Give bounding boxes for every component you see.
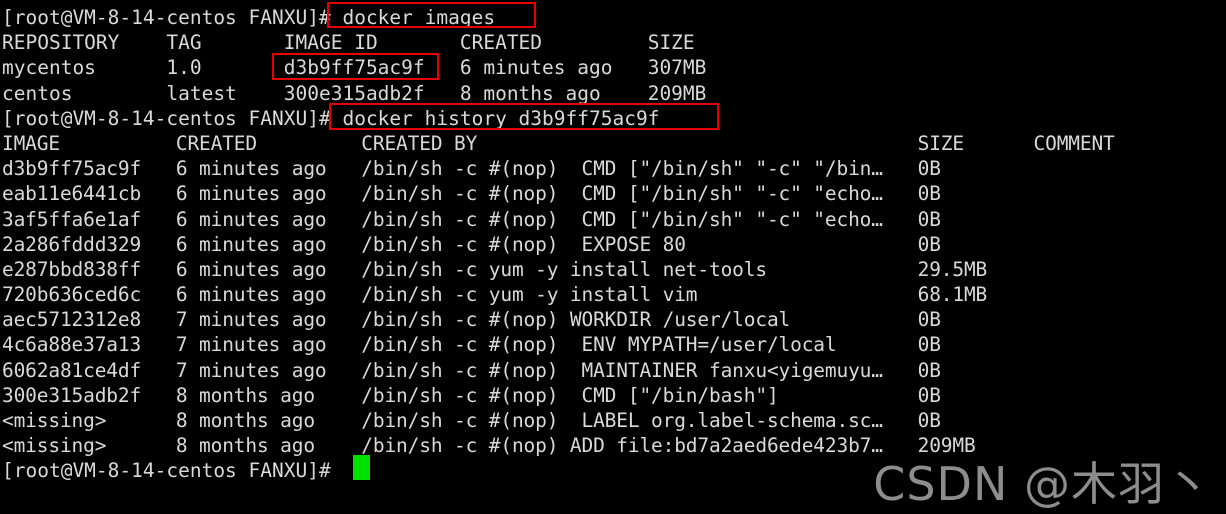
terminal-line-history-row-5: e287bbd838ff 6 minutes ago /bin/sh -c yu…	[2, 257, 988, 281]
terminal-line-history-row-10: 300e315adb2f 8 months ago /bin/sh -c #(n…	[2, 383, 941, 407]
terminal-line-history-header: IMAGE CREATED CREATED BY SIZE COMMENT	[2, 131, 1115, 155]
terminal-line-history-row-4: 2a286fddd329 6 minutes ago /bin/sh -c #(…	[2, 232, 941, 256]
terminal-line-images-row-centos: centos latest 300e315adb2f 8 months ago …	[2, 81, 707, 105]
terminal-line-history-row-8: 4c6a88e37a13 7 minutes ago /bin/sh -c #(…	[2, 333, 941, 357]
terminal-line-history-row-1: d3b9ff75ac9f 6 minutes ago /bin/sh -c #(…	[2, 157, 941, 181]
terminal-window[interactable]: [root@VM-8-14-centos FANXU]# docker imag…	[0, 0, 1226, 514]
terminal-line-prompt-docker-history: [root@VM-8-14-centos FANXU]# docker hist…	[2, 106, 660, 130]
csdn-watermark: CSDN @木羽丶	[873, 457, 1212, 511]
text-cursor	[353, 455, 370, 480]
terminal-line-history-row-12: <missing> 8 months ago /bin/sh -c #(nop)…	[2, 434, 976, 458]
terminal-line-prompt-docker-images: [root@VM-8-14-centos FANXU]# docker imag…	[2, 6, 496, 29]
terminal-line-history-row-2: eab11e6441cb 6 minutes ago /bin/sh -c #(…	[2, 182, 941, 206]
terminal-line-history-row-7: aec5712312e8 7 minutes ago /bin/sh -c #(…	[2, 308, 941, 332]
terminal-line-history-row-6: 720b636ced6c 6 minutes ago /bin/sh -c yu…	[2, 283, 988, 307]
terminal-line-history-row-9: 6062a81ce4df 7 minutes ago /bin/sh -c #(…	[2, 358, 941, 382]
terminal-line-history-row-11: <missing> 8 months ago /bin/sh -c #(nop)…	[2, 409, 941, 432]
terminal-line-images-header: REPOSITORY TAG IMAGE ID CREATED SIZE	[2, 31, 695, 55]
terminal-line-images-row-mycentos: mycentos 1.0 d3b9ff75ac9f 6 minutes ago …	[2, 56, 707, 80]
terminal-line-history-row-3: 3af5ffa6e1af 6 minutes ago /bin/sh -c #(…	[2, 207, 941, 231]
